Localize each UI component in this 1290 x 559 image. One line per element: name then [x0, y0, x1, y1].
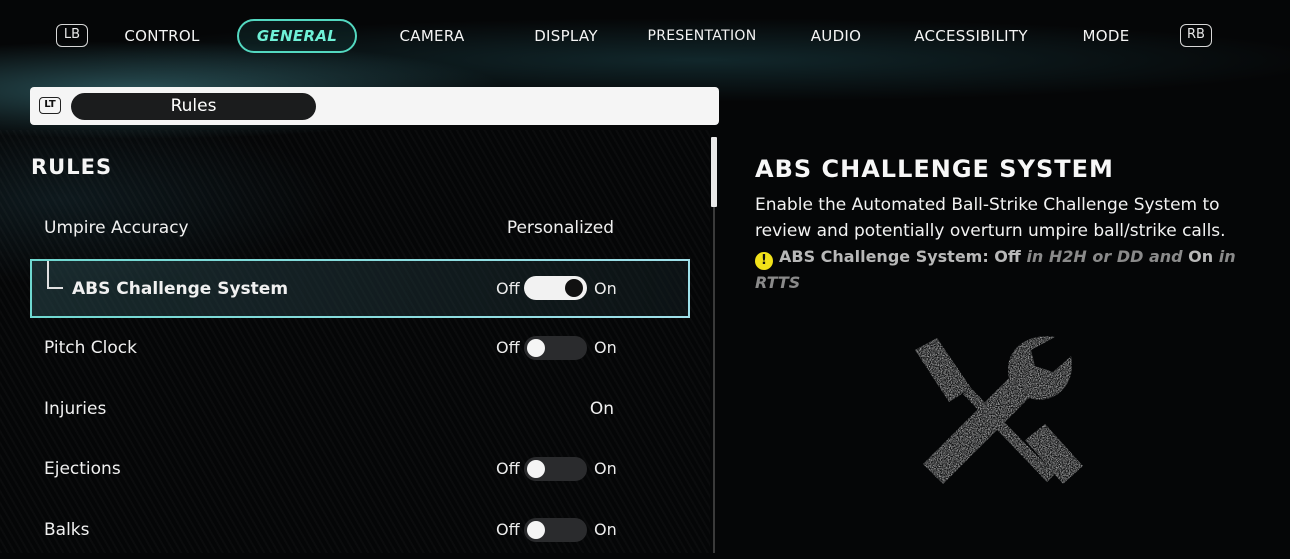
toggle-knob: [527, 521, 545, 539]
category-selector[interactable]: Rules: [71, 93, 316, 120]
warning-icon: !: [755, 252, 773, 270]
balks-toggle[interactable]: [524, 518, 587, 542]
setting-row-balks[interactable]: Balks Off On: [30, 495, 690, 553]
toggle-off-label: Off: [496, 338, 520, 357]
toggle-knob: [565, 279, 583, 297]
tab-camera[interactable]: CAMERA: [382, 19, 482, 53]
tab-control[interactable]: CONTROL: [112, 19, 212, 53]
scrollbar-thumb[interactable]: [711, 137, 717, 207]
setting-label: Ejections: [44, 459, 121, 479]
toggle-on-label: On: [594, 520, 617, 539]
toggle-on-label: On: [594, 279, 617, 298]
note-prefix: ABS Challenge System: Off: [779, 247, 1021, 266]
info-title: ABS CHALLENGE SYSTEM: [755, 155, 1114, 183]
info-note: ! ABS Challenge System: Off in H2H or DD …: [755, 244, 1255, 296]
tab-display[interactable]: DISPLAY: [516, 19, 616, 53]
ejections-toggle[interactable]: [524, 457, 587, 481]
note-mid: in H2H or DD and: [1020, 247, 1189, 266]
setting-value: On: [589, 399, 614, 419]
tab-accessibility[interactable]: ACCESSIBILITY: [906, 19, 1036, 53]
toggle-on-label: On: [594, 338, 617, 357]
toggle-off-label: Off: [496, 459, 520, 478]
tab-general[interactable]: GENERAL: [237, 19, 357, 53]
setting-label: ABS Challenge System: [72, 279, 289, 299]
right-bumper-badge[interactable]: RB: [1180, 24, 1212, 47]
setting-label: Balks: [44, 520, 90, 540]
tree-connector: [47, 261, 63, 289]
info-description: Enable the Automated Ball-Strike Challen…: [755, 195, 1226, 241]
setting-row-umpire-accuracy[interactable]: Umpire Accuracy Personalized: [30, 199, 690, 257]
note-on: On: [1188, 247, 1214, 266]
toggle-off-label: Off: [496, 279, 520, 298]
setting-row-abs-challenge-system[interactable]: ABS Challenge System Off On: [30, 259, 690, 318]
setting-row-injuries[interactable]: Injuries On: [30, 380, 690, 438]
setting-label: Injuries: [44, 399, 107, 419]
left-bumper-badge[interactable]: LB: [56, 24, 88, 47]
toggle-on-label: On: [594, 459, 617, 478]
tab-mode[interactable]: MODE: [1068, 19, 1144, 53]
toggle-off-label: Off: [496, 520, 520, 539]
pitch-clock-toggle[interactable]: [524, 336, 587, 360]
abs-challenge-toggle[interactable]: [524, 276, 587, 300]
setting-label: Umpire Accuracy: [44, 218, 189, 238]
setting-row-ejections[interactable]: Ejections Off On: [30, 440, 690, 498]
setting-value: Personalized: [506, 218, 614, 238]
left-trigger-badge[interactable]: LT: [39, 97, 61, 114]
category-bar: LT Rules: [30, 87, 719, 125]
section-title: RULES: [31, 155, 113, 179]
tab-presentation[interactable]: PRESENTATION: [638, 19, 766, 53]
setting-row-pitch-clock[interactable]: Pitch Clock Off On: [30, 319, 690, 377]
wrench-screwdriver-icon: [915, 336, 1083, 484]
top-navigation: LB CONTROL GENERAL CAMERA DISPLAY PRESEN…: [0, 0, 1290, 72]
toggle-knob: [527, 339, 545, 357]
tab-audio[interactable]: AUDIO: [796, 19, 876, 53]
toggle-knob: [527, 460, 545, 478]
setting-label: Pitch Clock: [44, 338, 137, 358]
